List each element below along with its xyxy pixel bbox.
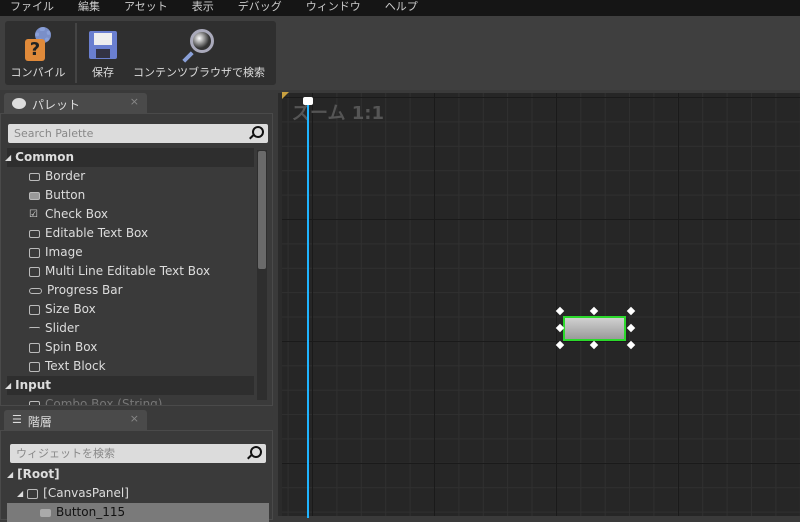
button-icon <box>40 508 51 517</box>
list-item[interactable]: ☑ Check Box <box>7 205 254 224</box>
save-button[interactable]: 保存 <box>81 21 125 85</box>
list-item[interactable]: Button <box>7 186 254 205</box>
corner-marker <box>282 92 289 99</box>
selected-button-widget[interactable] <box>563 316 626 341</box>
resize-handle[interactable] <box>589 306 599 316</box>
menu-bar: ファイル 編集 アセット 表示 デバッグ ウィンドウ ヘルプ <box>0 0 800 16</box>
close-icon[interactable]: × <box>130 95 139 108</box>
list-item[interactable]: Progress Bar <box>7 281 254 300</box>
toolbar-separator <box>75 23 77 83</box>
text-box-icon <box>29 229 40 238</box>
menu-help[interactable]: ヘルプ <box>375 0 418 16</box>
border-icon <box>29 172 40 181</box>
list-item[interactable]: Spin Box <box>7 338 254 357</box>
ruler-guide-line <box>307 98 309 518</box>
image-icon <box>29 247 40 258</box>
compile-button[interactable]: ? コンパイル <box>5 21 71 85</box>
list-item[interactable]: Editable Text Box <box>7 224 254 243</box>
collapse-icon: ◢ <box>7 470 14 479</box>
collapse-icon: ◢ <box>5 153 12 162</box>
slider-icon <box>29 327 40 330</box>
palette-panel: Search Palette ◢ Common Border Button ☑ Ch… <box>0 113 273 406</box>
search-widget-input[interactable]: ウィジェットを検索 <box>10 444 266 463</box>
list-item[interactable]: Text Block <box>7 357 254 376</box>
button-icon <box>29 191 40 200</box>
clipped-area: Combo Box (String) <box>7 395 254 405</box>
tab-palette[interactable]: パレット × <box>4 93 147 113</box>
compile-icon: ? <box>21 27 55 61</box>
resize-handle[interactable] <box>555 340 565 350</box>
designer-canvas[interactable]: ズーム 1:1 <box>278 92 800 518</box>
toolbar: ? コンパイル 保存 コンテンツブラウザで検索 <box>5 21 276 85</box>
combo-box-icon <box>29 400 40 405</box>
palette-scrollbar[interactable] <box>257 150 267 400</box>
save-icon <box>86 27 120 61</box>
progress-bar-icon <box>29 287 42 294</box>
menu-file[interactable]: ファイル <box>0 0 54 16</box>
palette-icon <box>12 98 26 109</box>
list-item[interactable]: Combo Box (String) <box>7 395 254 405</box>
menu-edit[interactable]: 編集 <box>68 0 100 16</box>
category-common[interactable]: ◢ Common <box>5 148 254 167</box>
menu-window[interactable]: ウィンドウ <box>296 0 361 16</box>
browse-content-button[interactable]: コンテンツブラウザで検索 <box>125 21 273 85</box>
ruler-handle[interactable] <box>303 97 313 105</box>
menu-debug[interactable]: デバッグ <box>228 0 282 16</box>
size-box-icon <box>29 304 40 315</box>
magnifier-icon <box>182 27 216 63</box>
resize-handle[interactable] <box>626 323 636 333</box>
list-item[interactable]: Size Box <box>7 300 254 319</box>
collapse-icon: ◢ <box>5 381 12 390</box>
resize-handle[interactable] <box>626 306 636 316</box>
search-icon <box>252 126 264 138</box>
canvas-panel-icon <box>27 488 39 499</box>
spin-box-icon <box>29 342 40 353</box>
collapse-icon: ◢ <box>17 489 24 498</box>
close-icon[interactable]: × <box>130 412 139 425</box>
menu-asset[interactable]: アセット <box>114 0 168 16</box>
resize-handle[interactable] <box>589 340 599 350</box>
search-icon <box>250 446 262 458</box>
category-input[interactable]: ◢ Input <box>5 376 254 395</box>
tree-item-root[interactable]: ◢ [Root] <box>7 465 254 484</box>
tab-hierarchy[interactable]: ☰ 階層 × <box>4 410 147 430</box>
list-item[interactable]: Border <box>7 167 254 186</box>
list-item[interactable]: Image <box>7 243 254 262</box>
resize-handle[interactable] <box>555 306 565 316</box>
resize-handle[interactable] <box>626 340 636 350</box>
checkbox-icon: ☑ <box>29 208 38 220</box>
list-item[interactable]: Slider <box>7 319 254 338</box>
search-palette-input[interactable]: Search Palette <box>8 124 268 143</box>
list-item[interactable]: Multi Line Editable Text Box <box>7 262 254 281</box>
tree-item-button[interactable]: Button_115 <box>7 503 269 522</box>
multiline-text-icon <box>29 266 40 277</box>
menu-view[interactable]: 表示 <box>182 0 214 16</box>
scrollbar-thumb[interactable] <box>258 151 266 269</box>
hierarchy-icon: ☰ <box>12 413 22 426</box>
tree-item-canvas-panel[interactable]: ◢ [CanvasPanel] <box>17 484 264 503</box>
hierarchy-panel: ウィジェットを検索 ◢ [Root] ◢ [CanvasPanel] Button_… <box>0 430 273 522</box>
text-block-icon <box>29 361 40 372</box>
